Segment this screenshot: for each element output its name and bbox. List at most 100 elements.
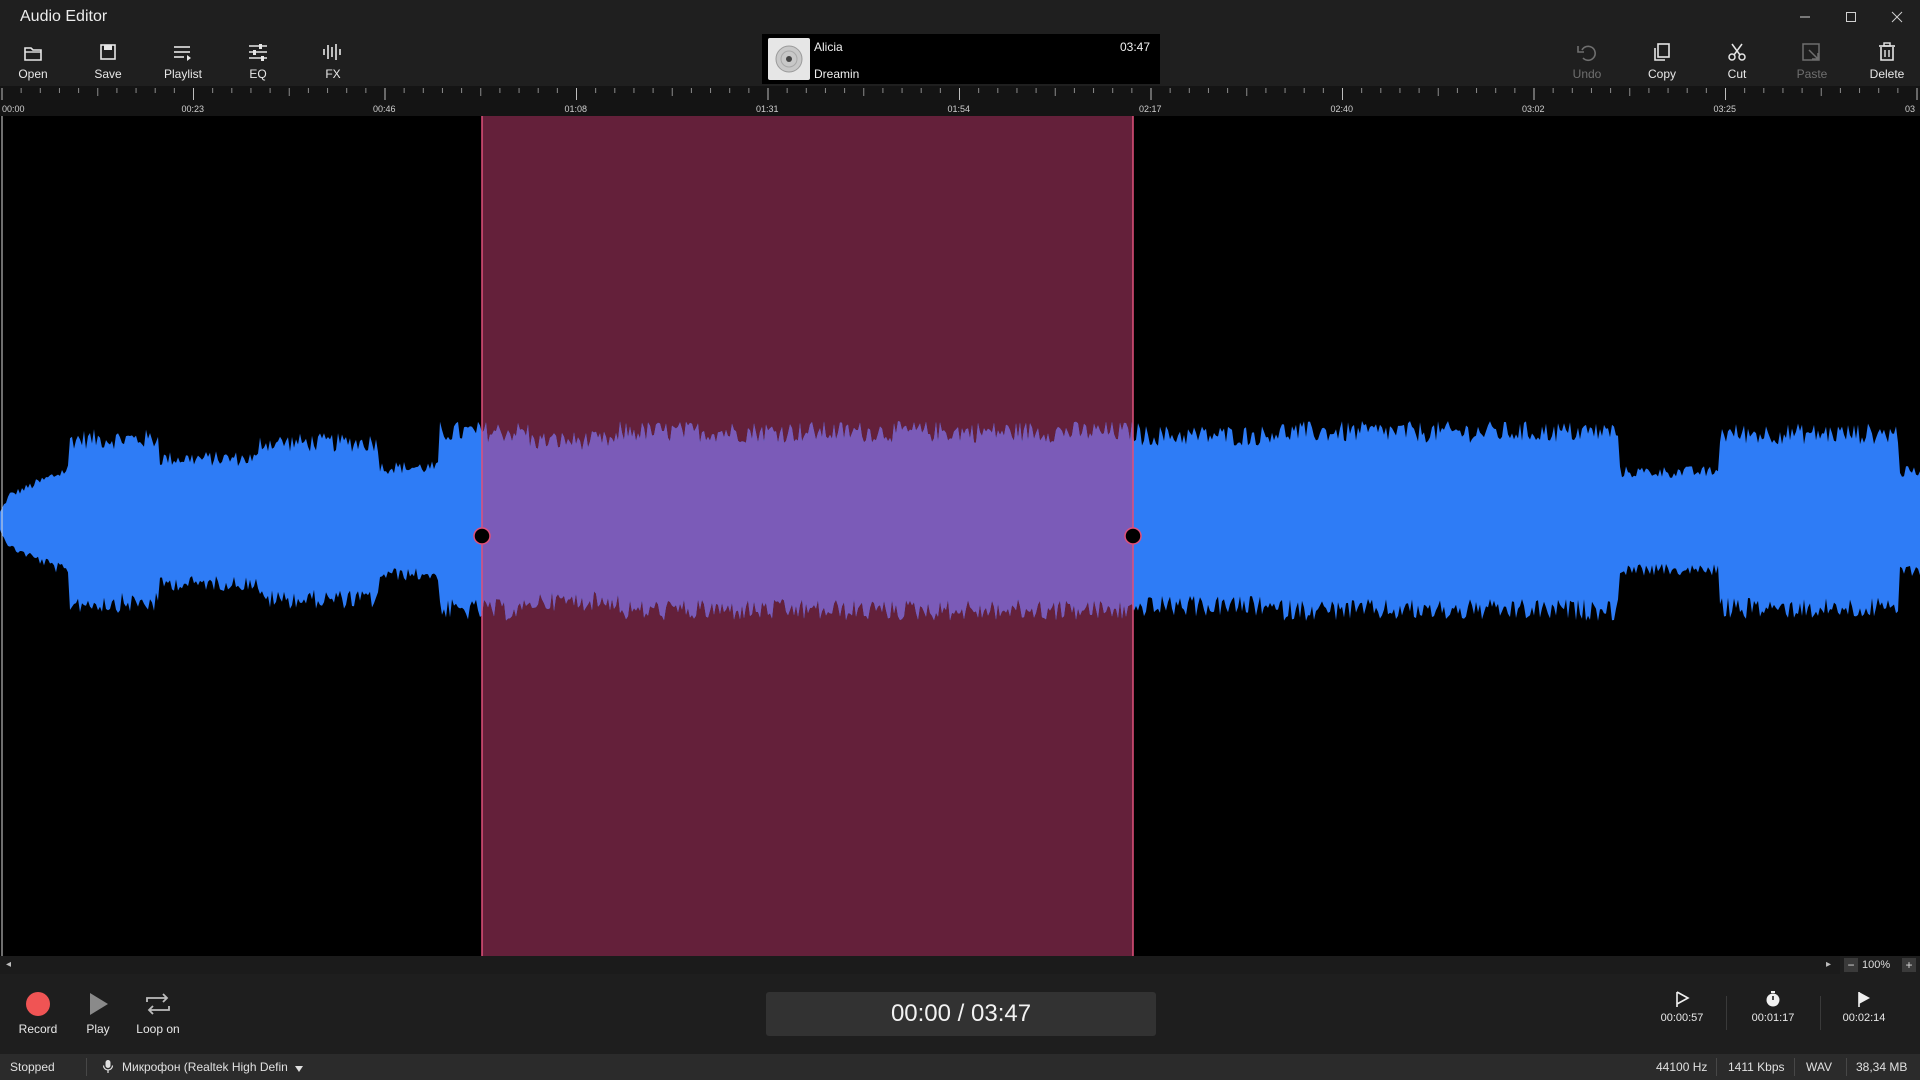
ruler-ticks: 00:00 00:23 00:46 01:08 01:31 01:54 02:17 02:40… bbox=[0, 86, 1920, 116]
record-label: Record bbox=[19, 1022, 58, 1036]
now-playing-duration: 03:47 bbox=[1120, 40, 1150, 54]
delete-label: Delete bbox=[1870, 67, 1905, 81]
selection-length-time: 00:01:17 bbox=[1752, 1012, 1795, 1024]
now-playing-artist: Alicia bbox=[814, 40, 843, 54]
stopwatch-icon bbox=[1764, 990, 1782, 1008]
ruler-tick-label: 01:54 bbox=[948, 104, 971, 114]
selection-start-handle[interactable] bbox=[474, 528, 490, 544]
status-bar: Stopped Микрофон (Realtek High Defin 441… bbox=[0, 1054, 1920, 1080]
status-divider bbox=[1846, 1058, 1847, 1076]
scroll-right-arrow-icon[interactable]: ▸ bbox=[1826, 959, 1831, 970]
playlist-icon bbox=[172, 42, 194, 62]
flag-start-icon bbox=[1673, 990, 1691, 1008]
open-label: Open bbox=[18, 67, 47, 81]
cut-label: Cut bbox=[1728, 67, 1747, 81]
close-icon bbox=[1891, 11, 1903, 23]
loop-label: Loop on bbox=[136, 1022, 179, 1036]
zoom-level: 100% bbox=[1862, 959, 1890, 971]
selection-end-handle[interactable] bbox=[1125, 528, 1141, 544]
maximize-icon bbox=[1845, 11, 1857, 23]
scissors-icon bbox=[1727, 42, 1747, 62]
folder-open-icon bbox=[22, 42, 44, 62]
selection-end-marker[interactable]: 00:02:14 bbox=[1824, 990, 1904, 1040]
window-title: Audio Editor bbox=[20, 8, 107, 26]
ruler-tick-label: 03:02 bbox=[1522, 104, 1545, 114]
selection-length-marker[interactable]: 00:01:17 bbox=[1733, 990, 1813, 1040]
open-button[interactable]: Open bbox=[0, 38, 68, 84]
record-icon bbox=[24, 990, 52, 1018]
ruler-tick-label: 02:40 bbox=[1331, 104, 1354, 114]
undo-icon bbox=[1576, 42, 1598, 62]
microphone-icon bbox=[102, 1059, 114, 1076]
sample-rate: 44100 Hz bbox=[1656, 1060, 1707, 1074]
playback-state: Stopped bbox=[10, 1060, 55, 1074]
eq-button[interactable]: EQ bbox=[223, 38, 293, 84]
loop-icon bbox=[143, 990, 173, 1018]
now-playing-panel: Alicia Dreamin 03:47 bbox=[762, 34, 1160, 84]
selection-start-time: 00:00:57 bbox=[1661, 1012, 1704, 1024]
now-playing-title: Dreamin bbox=[814, 67, 859, 81]
trash-icon bbox=[1877, 42, 1897, 62]
play-label: Play bbox=[86, 1022, 109, 1036]
record-button[interactable]: Record bbox=[8, 990, 68, 1046]
transport-bar: Record Play Loop on 00:00 / 03:47 00:00:… bbox=[0, 974, 1920, 1054]
file-format: WAV bbox=[1806, 1060, 1832, 1074]
save-icon bbox=[98, 42, 118, 62]
delete-button[interactable]: Delete bbox=[1852, 38, 1920, 84]
copy-button[interactable]: Copy bbox=[1627, 38, 1697, 84]
playlist-button[interactable]: Playlist bbox=[148, 38, 218, 84]
waveform bbox=[0, 116, 1920, 956]
maximize-button[interactable] bbox=[1828, 0, 1874, 34]
horizontal-scrollbar[interactable]: ◂ ▸ bbox=[0, 956, 1840, 974]
chevron-down-icon[interactable] bbox=[294, 1062, 304, 1076]
fx-button[interactable]: FX bbox=[298, 38, 368, 84]
undo-button[interactable]: Undo bbox=[1552, 38, 1622, 84]
album-art bbox=[768, 38, 810, 80]
play-icon bbox=[84, 990, 112, 1018]
copy-icon bbox=[1652, 42, 1672, 62]
waveform-canvas[interactable] bbox=[0, 116, 1920, 956]
eq-label: EQ bbox=[249, 67, 266, 81]
marker-divider bbox=[1726, 996, 1727, 1030]
ruler-tick-label: 02:17 bbox=[1139, 104, 1162, 114]
save-label: Save bbox=[94, 67, 121, 81]
status-divider bbox=[1794, 1058, 1795, 1076]
copy-label: Copy bbox=[1648, 67, 1676, 81]
disc-icon bbox=[774, 44, 804, 74]
scroll-left-arrow-icon[interactable]: ◂ bbox=[6, 959, 11, 970]
ruler-tick-label: 00:23 bbox=[182, 104, 205, 114]
cut-button[interactable]: Cut bbox=[1702, 38, 1772, 84]
selection-end-time: 00:02:14 bbox=[1843, 1012, 1886, 1024]
status-divider bbox=[86, 1058, 87, 1076]
ruler-tick-label: 01:08 bbox=[565, 104, 588, 114]
paste-button[interactable]: Paste bbox=[1777, 38, 1847, 84]
zoom-in-button[interactable]: + bbox=[1902, 958, 1916, 972]
input-device-select[interactable]: Микрофон (Realtek High Defin bbox=[122, 1060, 288, 1074]
close-button[interactable] bbox=[1874, 0, 1920, 34]
minimize-button[interactable] bbox=[1782, 0, 1828, 34]
ruler-tick-label: 01:31 bbox=[756, 104, 779, 114]
title-bar: Audio Editor bbox=[0, 0, 1920, 34]
bitrate: 1411 Kbps bbox=[1728, 1060, 1785, 1074]
ruler-tick-label: 03:25 bbox=[1714, 104, 1737, 114]
ruler-tick-label: 00:46 bbox=[373, 104, 396, 114]
loop-button[interactable]: Loop on bbox=[128, 990, 188, 1046]
effects-icon bbox=[321, 42, 345, 62]
status-divider bbox=[1716, 1058, 1717, 1076]
ruler-tick-label: 00:00 bbox=[2, 104, 25, 114]
file-size: 38,34 MB bbox=[1856, 1060, 1907, 1074]
play-button[interactable]: Play bbox=[68, 990, 128, 1046]
paste-label: Paste bbox=[1797, 67, 1828, 81]
zoom-out-button[interactable]: − bbox=[1844, 958, 1858, 972]
marker-divider bbox=[1820, 996, 1821, 1030]
save-button[interactable]: Save bbox=[73, 38, 143, 84]
selection-start-marker[interactable]: 00:00:57 bbox=[1642, 990, 1722, 1040]
fx-label: FX bbox=[325, 67, 340, 81]
equalizer-icon bbox=[247, 42, 269, 62]
timeline-ruler[interactable]: 00:00 00:23 00:46 01:08 01:31 01:54 02:17 02:40… bbox=[0, 86, 1920, 116]
time-display: 00:00 / 03:47 bbox=[766, 992, 1156, 1036]
minimize-icon bbox=[1799, 11, 1811, 23]
flag-end-icon bbox=[1855, 990, 1873, 1008]
paste-icon bbox=[1801, 41, 1823, 63]
undo-label: Undo bbox=[1573, 67, 1602, 81]
